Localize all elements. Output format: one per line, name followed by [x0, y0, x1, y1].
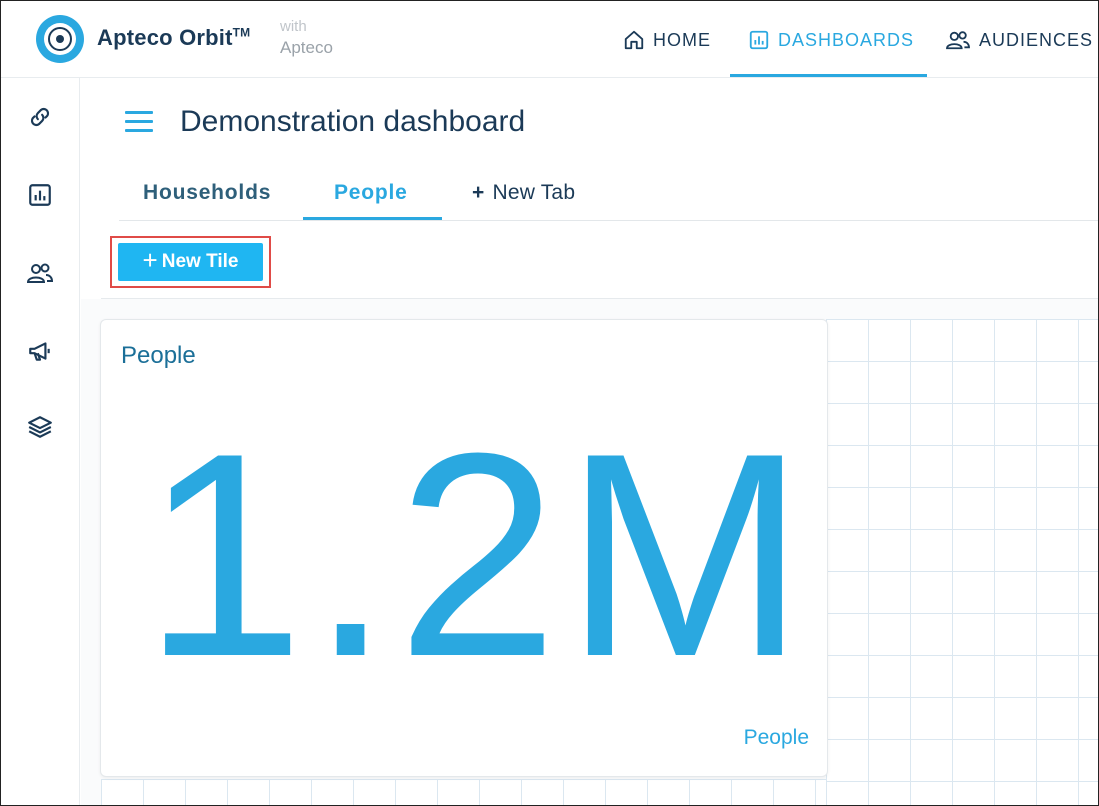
nav-audiences-label: AUDIENCES	[979, 29, 1094, 50]
apteco-logo-icon[interactable]	[36, 15, 84, 63]
home-icon	[624, 30, 644, 50]
layers-icon	[28, 416, 52, 438]
brand-name: Apteco OrbitTM	[97, 25, 250, 51]
main-content: Demonstration dashboard Households Peopl…	[81, 79, 1098, 805]
megaphone-icon	[29, 342, 50, 361]
dashboard-grid-bottom	[101, 779, 826, 805]
dashboard-icon	[749, 30, 769, 50]
sidebar-item-layers[interactable]	[25, 412, 55, 442]
toolbar-divider	[101, 298, 1098, 299]
tab-households[interactable]: Households	[143, 181, 271, 205]
sidebar	[1, 78, 80, 805]
new-tile-label: New Tile	[161, 251, 239, 272]
nav-home-label: HOME	[653, 29, 711, 50]
nav-dashboards[interactable]: DASHBOARDS	[748, 27, 914, 53]
link-icon	[30, 107, 50, 127]
with-label: with	[280, 18, 307, 35]
trademark: TM	[232, 25, 251, 40]
new-tile-highlight: + New Tile	[110, 236, 271, 288]
audiences-icon	[946, 31, 970, 50]
menu-icon[interactable]	[125, 109, 155, 135]
app-window: Apteco OrbitTM with Apteco HOME DASHBOAR…	[0, 0, 1099, 806]
sidebar-item-campaigns[interactable]	[25, 336, 55, 366]
with-company: Apteco	[280, 38, 333, 57]
new-tab-label: New Tab	[492, 181, 576, 204]
new-tile-button[interactable]: + New Tile	[118, 243, 263, 281]
sidebar-item-dashboards[interactable]	[25, 180, 55, 210]
tile-title: People	[121, 342, 196, 369]
nav-home[interactable]: HOME	[623, 27, 711, 53]
tab-new-tab[interactable]: + New Tab	[472, 181, 575, 205]
tab-active-indicator	[303, 217, 442, 220]
tile-value: 1.2M	[143, 393, 812, 717]
dashboard-grid	[826, 319, 1098, 805]
people-tile[interactable]: People 1.2M People	[100, 319, 828, 777]
tab-people[interactable]: People	[334, 181, 408, 205]
sidebar-item-audiences[interactable]	[25, 258, 55, 288]
nav-active-indicator	[730, 74, 927, 77]
top-bar: Apteco OrbitTM with Apteco HOME DASHBOAR…	[1, 1, 1098, 78]
sidebar-item-link[interactable]	[25, 102, 55, 132]
people-icon	[26, 263, 54, 283]
tile-footer: People	[743, 726, 809, 749]
brand-text: Apteco Orbit	[97, 25, 233, 50]
page-title: Demonstration dashboard	[180, 105, 526, 138]
plus-icon: +	[472, 181, 485, 204]
nav-audiences[interactable]: AUDIENCES	[945, 27, 1093, 53]
chart-icon	[29, 184, 51, 206]
nav-dashboards-label: DASHBOARDS	[778, 29, 915, 50]
plus-icon: +	[142, 245, 158, 275]
tab-bar: Households People + New Tab	[119, 169, 1098, 221]
